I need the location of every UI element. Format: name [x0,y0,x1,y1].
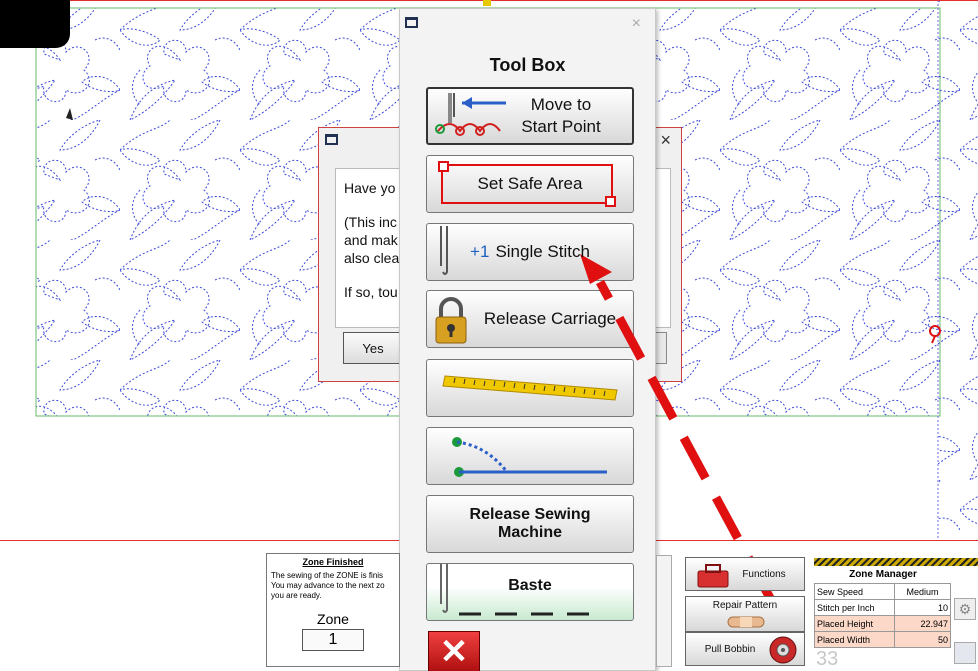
label-line-1: Move to [530,95,592,114]
toolbox-dialog: × Tool Box Move to Start Point Set Safe … [399,8,656,671]
window-icon [325,134,338,145]
baste-button[interactable]: Baste [426,563,634,621]
row-label: Stitch per Inch [814,599,895,616]
button-label: Set Safe Area [477,174,583,193]
bobbin-icon [769,636,797,664]
hazard-stripe [814,558,978,566]
button-label: Pull Bobbin [704,643,756,655]
move-to-start-point-button[interactable]: Move to Start Point [426,87,634,145]
button-label: Release Sewing Machine [470,506,591,542]
pull-bobbin-button[interactable]: Pull Bobbin [685,632,805,666]
zone-finished-panel: Zone Finished The sewing of the ZONE is … [266,553,400,667]
row-label: Sew Speed [814,583,895,600]
needle-icon [440,226,448,275]
move-to-start-icon [435,93,506,136]
label-line-2: Machine [497,524,562,541]
message-line: The sewing of the ZONE is finis [271,571,384,580]
panel-message: The sewing of the ZONE is finis You may … [267,567,399,601]
label-line-1: Release Sewing [469,506,591,523]
stitch-line-icon [452,437,607,477]
label-line-2: Start Point [521,117,601,136]
side-panel-edge [656,555,672,667]
button-label: Baste [508,577,552,594]
close-icon[interactable]: × [632,15,641,33]
measure-button[interactable] [426,359,634,417]
bandage-icon [727,616,765,628]
zone-number-field[interactable]: 1 [302,629,364,651]
table-row: Stitch per Inch 10 [814,599,951,616]
row-label: Placed Height [814,615,895,632]
table-row: Placed Height 22.947 [814,615,951,632]
panel-heading: Zone Finished [302,557,364,567]
yes-button[interactable]: Yes [343,332,403,364]
stitch-line-button[interactable] [426,427,634,485]
single-stitch-button[interactable]: +1 Single Stitch [426,223,634,281]
release-carriage-button[interactable]: Release Carriage [426,290,634,348]
set-safe-area-button[interactable]: Set Safe Area [426,155,634,213]
dialog-title: Tool Box [489,55,566,75]
label-text: Single Stitch [495,242,590,261]
row-value[interactable]: Medium [894,583,951,600]
release-sewing-machine-button[interactable]: Release Sewing Machine [426,495,634,553]
cancel-button[interactable]: ✕ [428,631,480,671]
zone-label: Zone [317,611,349,627]
plus-one: +1 [470,242,490,261]
corner-tab [0,0,70,48]
toolbox-icon [697,564,729,588]
button-label: Functions [742,568,786,580]
button-label: +1 Single Stitch [470,242,590,262]
gear-icon[interactable]: ⚙ [954,598,976,620]
app-screen: × Have yo (This inc and mak also clea If… [0,0,978,671]
row-value[interactable]: 22.947 [894,615,951,632]
zone-manager-panel: Zone Manager Sew Speed Medium Stitch per… [814,558,978,668]
page-number: 33 [816,648,839,670]
table-row: Placed Width 50 [814,631,951,648]
message-line: you are ready. [271,591,322,600]
row-value[interactable]: 50 [894,631,951,648]
button-label: Release Carriage [483,309,617,328]
tape-measure-icon [442,375,618,401]
padlock-icon [435,297,467,344]
button-label: Repair Pattern [712,600,778,611]
functions-button[interactable]: Functions [685,557,805,591]
close-icon[interactable]: × [660,130,671,151]
window-icon [405,17,418,28]
zone-manager-table: Sew Speed Medium Stitch per Inch 10 Plac… [814,583,951,648]
grid-icon[interactable] [954,642,976,664]
row-label: Placed Width [814,631,895,648]
close-icon: ✕ [439,632,469,671]
repair-pattern-button[interactable]: Repair Pattern [685,596,805,632]
table-row: Sew Speed Medium [814,583,951,600]
message-line: You may advance to the next zo [271,581,385,590]
panel-title: Zone Manager [849,569,917,580]
row-value[interactable]: 10 [894,599,951,616]
button-label: Move to Start Point [521,94,600,138]
